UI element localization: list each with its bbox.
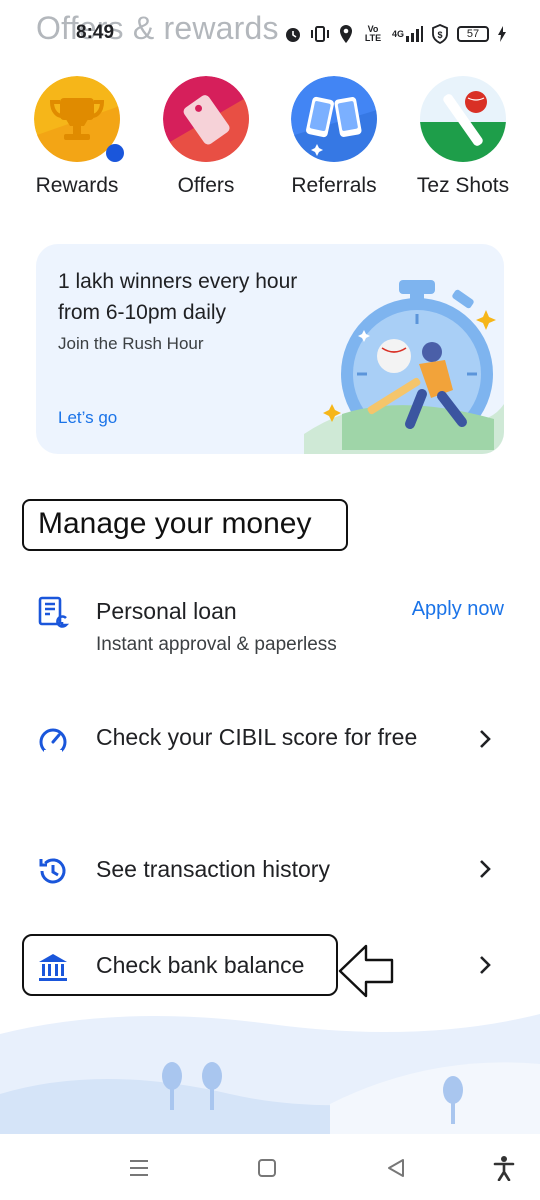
- item-title: See transaction history: [96, 856, 330, 882]
- quick-action-label: Referrals: [291, 174, 377, 197]
- promo-title: 1 lakh winners every hour from 6-10pm da…: [58, 270, 298, 324]
- alarm-icon: [284, 25, 302, 43]
- menu-icon[interactable]: [125, 1154, 153, 1182]
- pointer-arrow-icon: [338, 944, 394, 998]
- landscape-illustration: [0, 1004, 540, 1134]
- chevron-right-icon: [480, 730, 491, 748]
- item-title: Check your CIBIL score for free: [96, 724, 418, 750]
- transaction-history-item[interactable]: See transaction history: [0, 852, 540, 892]
- phones-icon: [291, 76, 377, 162]
- promo-subtitle: Join the Rush Hour: [58, 334, 204, 353]
- bank-icon: [39, 954, 67, 981]
- item-title: Check bank balance: [96, 952, 305, 978]
- quick-action-label: Offers: [177, 174, 235, 197]
- shield-dollar-icon: $: [431, 24, 449, 44]
- status-icons: Vo LTE 4G $ 57: [284, 22, 507, 46]
- volte-icon: Vo LTE: [364, 24, 382, 43]
- quick-action-referrals[interactable]: Referrals: [269, 76, 399, 198]
- bank-balance-item[interactable]: Check bank balance: [0, 948, 540, 988]
- item-subtitle: Instant approval & paperless: [96, 634, 337, 655]
- tag-icon: [163, 76, 249, 162]
- gauge-icon: [39, 728, 67, 756]
- cricket-bat-icon: [420, 76, 506, 162]
- battery-icon: 57: [457, 26, 490, 42]
- manage-money-heading: Manage your money: [22, 499, 348, 551]
- apply-now-button[interactable]: Apply now: [412, 598, 504, 621]
- status-bar: Offers & rewards 8:49 Vo LTE 4G $ 57: [0, 0, 540, 64]
- quick-action-label: Tez Shots: [416, 174, 510, 197]
- vibrate-icon: [310, 25, 330, 43]
- personal-loan-item[interactable]: Personal loan Instant approval & paperle…: [0, 592, 540, 664]
- svg-text:$: $: [438, 30, 443, 40]
- system-navigation-bar: [0, 1134, 540, 1200]
- notification-dot: [106, 144, 124, 162]
- chevron-right-icon: [480, 956, 491, 974]
- item-title: Personal loan: [96, 598, 237, 624]
- location-icon: [338, 24, 354, 44]
- quick-action-tez-shots[interactable]: Tez Shots: [398, 76, 528, 198]
- loan-document-icon: [38, 596, 70, 628]
- quick-action-offers[interactable]: Offers: [141, 76, 271, 198]
- history-icon: [39, 858, 66, 884]
- chevron-right-icon: [480, 860, 491, 878]
- accessibility-icon[interactable]: [490, 1154, 518, 1182]
- promo-cta-link[interactable]: Let’s go: [58, 408, 117, 428]
- status-time: 8:49: [76, 22, 115, 43]
- charging-icon: [497, 26, 507, 42]
- signal-icon: 4G: [392, 26, 424, 42]
- cibil-score-item[interactable]: Check your CIBIL score for free: [0, 720, 540, 792]
- quick-action-rewards[interactable]: Rewards: [12, 76, 142, 198]
- rush-hour-promo-card[interactable]: 1 lakh winners every hour from 6-10pm da…: [36, 244, 504, 454]
- home-icon[interactable]: [253, 1154, 281, 1182]
- quick-action-label: Rewards: [35, 174, 119, 197]
- quick-actions: Rewards Offers Referrals Tez Shots: [0, 76, 540, 206]
- back-icon[interactable]: [382, 1154, 410, 1182]
- page-title: Offers & rewards: [36, 10, 279, 46]
- signal-label: 4G: [392, 29, 405, 39]
- stopwatch-cricketer-illustration: [304, 280, 504, 454]
